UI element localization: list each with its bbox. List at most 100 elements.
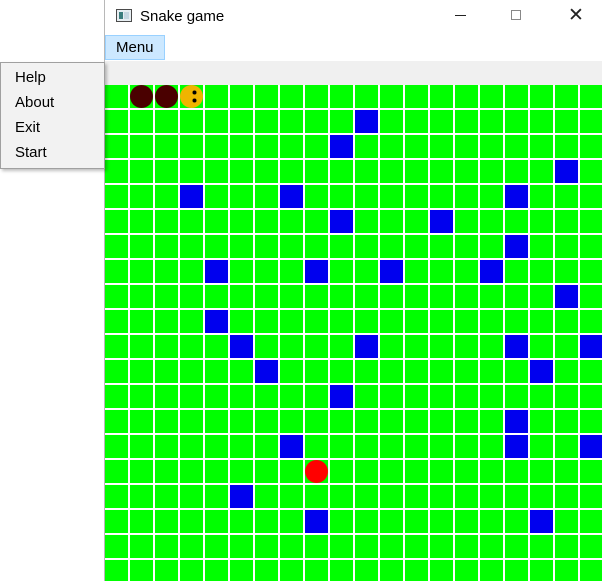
board-cell	[355, 510, 378, 533]
board-cell	[555, 385, 578, 408]
board-cell	[455, 160, 478, 183]
obstacle-block	[505, 435, 528, 458]
board-cell	[180, 485, 203, 508]
snake-head	[180, 85, 203, 108]
board-cell	[530, 110, 553, 133]
board-cell	[330, 485, 353, 508]
board-cell	[355, 410, 378, 433]
menu-item-start[interactable]: Start	[15, 142, 47, 164]
board-cell	[555, 135, 578, 158]
board-cell	[380, 435, 403, 458]
board-cell	[330, 460, 353, 483]
board-cell	[230, 410, 253, 433]
board-cell	[380, 110, 403, 133]
board-cell	[530, 185, 553, 208]
board-cell	[455, 535, 478, 558]
minimize-button[interactable]	[437, 0, 483, 32]
obstacle-block	[230, 485, 253, 508]
board-cell	[105, 435, 128, 458]
menu-item-about[interactable]: About	[15, 92, 54, 114]
board-cell	[580, 235, 602, 258]
board-cell	[355, 260, 378, 283]
board-cell	[130, 360, 153, 383]
board-cell	[355, 185, 378, 208]
board-cell	[580, 310, 602, 333]
board-cell	[505, 85, 528, 108]
board-cell	[255, 410, 278, 433]
board-cell	[255, 285, 278, 308]
board-cell	[305, 335, 328, 358]
board-cell	[255, 385, 278, 408]
board-cell	[530, 385, 553, 408]
obstacle-block	[330, 135, 353, 158]
board-cell	[105, 460, 128, 483]
board-cell	[180, 535, 203, 558]
board-cell	[380, 310, 403, 333]
board-cell	[130, 310, 153, 333]
board-cell	[505, 510, 528, 533]
board-cell	[455, 85, 478, 108]
obstacle-block	[355, 110, 378, 133]
title-bar[interactable]: Snake game ✕	[105, 0, 602, 33]
board-cell	[455, 185, 478, 208]
board-cell	[330, 260, 353, 283]
obstacle-block	[330, 210, 353, 233]
board-cell	[255, 435, 278, 458]
menu-item-exit[interactable]: Exit	[15, 117, 40, 139]
board-cell	[405, 310, 428, 333]
board-cell	[280, 210, 303, 233]
menu-button[interactable]: Menu	[105, 35, 165, 60]
board-cell	[255, 160, 278, 183]
board-cell	[230, 510, 253, 533]
board-cell	[205, 360, 228, 383]
board-cell	[530, 285, 553, 308]
board-cell	[105, 360, 128, 383]
board-cell	[355, 160, 378, 183]
board-cell	[430, 560, 453, 581]
board-cell	[355, 135, 378, 158]
board-cell	[455, 135, 478, 158]
board-cell	[330, 510, 353, 533]
board-cell	[580, 110, 602, 133]
board-cell	[430, 460, 453, 483]
obstacle-block	[205, 310, 228, 333]
obstacle-block	[580, 435, 602, 458]
maximize-button[interactable]	[493, 0, 539, 32]
board-cell	[430, 360, 453, 383]
obstacle-block	[305, 260, 328, 283]
obstacle-block	[230, 335, 253, 358]
board-cell	[130, 460, 153, 483]
board-cell	[205, 460, 228, 483]
board-cell	[505, 135, 528, 158]
board-cell	[480, 535, 503, 558]
board-cell	[380, 410, 403, 433]
close-button[interactable]: ✕	[551, 0, 597, 32]
board-cell	[205, 285, 228, 308]
board-cell	[155, 310, 178, 333]
board-cell	[580, 535, 602, 558]
board-cell	[505, 360, 528, 383]
game-board[interactable]	[105, 85, 602, 581]
app-window-icon	[116, 9, 132, 22]
board-cell	[505, 485, 528, 508]
board-cell	[430, 85, 453, 108]
board-cell	[505, 460, 528, 483]
board-cell	[180, 160, 203, 183]
board-cell	[305, 110, 328, 133]
board-cell	[230, 385, 253, 408]
board-cell	[280, 460, 303, 483]
board-cell	[330, 410, 353, 433]
board-cell	[155, 110, 178, 133]
board-cell	[155, 335, 178, 358]
obstacle-block	[530, 360, 553, 383]
board-cell	[530, 410, 553, 433]
board-cell	[205, 385, 228, 408]
obstacle-block	[355, 335, 378, 358]
obstacle-block	[530, 510, 553, 533]
board-cell	[280, 85, 303, 108]
board-cell	[305, 385, 328, 408]
board-cell	[405, 235, 428, 258]
board-cell	[105, 335, 128, 358]
board-cell	[455, 260, 478, 283]
menu-item-help[interactable]: Help	[15, 67, 46, 89]
